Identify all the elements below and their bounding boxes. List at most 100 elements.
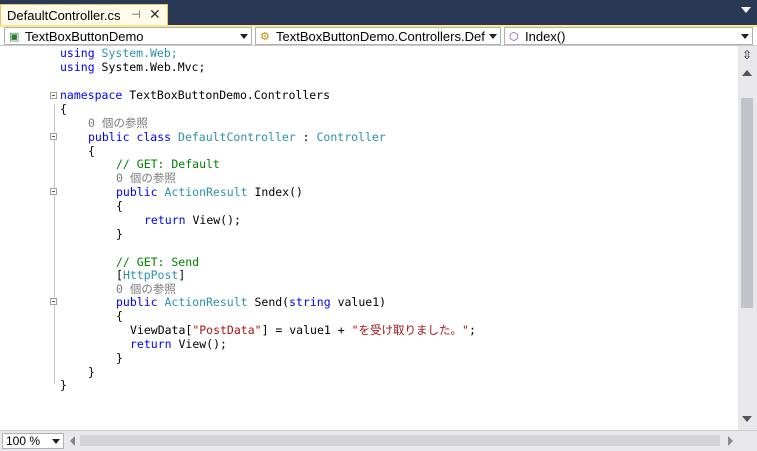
code-line: }: [88, 365, 95, 379]
reference-count: 0 個の参照: [88, 116, 148, 130]
namespace-name: TextBoxButtonDemo.Controllers: [122, 88, 331, 102]
code-editor[interactable]: using System.Web; using System.Web.Mvc; …: [0, 46, 738, 430]
code-line: public ActionResult Index(): [116, 185, 303, 199]
fold-toggle-send-icon[interactable]: [50, 298, 57, 305]
zoom-dropdown[interactable]: 100 %: [2, 433, 64, 449]
brace: }: [60, 378, 67, 392]
project-dropdown[interactable]: ▣ TextBoxButtonDemo: [4, 27, 252, 45]
code-line: {: [116, 199, 123, 213]
pin-icon[interactable]: ⊣: [131, 8, 141, 21]
brace: {: [60, 102, 67, 116]
fold-toggle-index-icon[interactable]: [50, 188, 57, 195]
statement: ] = value1 +: [261, 323, 352, 337]
method-signature: Index(): [247, 185, 303, 199]
tab-overflow-dropdown-icon[interactable]: [741, 7, 751, 13]
brace: {: [88, 144, 95, 158]
bracket: ]: [178, 268, 186, 282]
return-type: ActionResult: [164, 295, 248, 309]
namespace-ref: System.Web;: [94, 46, 178, 60]
separator: :: [295, 130, 317, 144]
code-line: return View();: [130, 337, 227, 351]
vertical-scrollbar[interactable]: ⇳: [738, 46, 757, 430]
keyword: using: [60, 60, 95, 74]
keyword: public: [116, 295, 165, 309]
navigation-bar: ▣ TextBoxButtonDemo ⚙ TextBoxButtonDemo.…: [0, 27, 757, 46]
code-line: }: [116, 227, 123, 241]
brace: {: [116, 309, 123, 323]
keyword: string: [289, 295, 331, 309]
chevron-down-icon: [489, 34, 497, 39]
return-type: ActionResult: [164, 185, 248, 199]
document-tab[interactable]: DefaultController.cs ⊣ ✕: [0, 4, 168, 26]
class-label: TextBoxButtonDemo.Controllers.Def: [276, 29, 485, 44]
document-tab-strip: DefaultController.cs ⊣ ✕: [0, 0, 757, 26]
scroll-down-icon[interactable]: [742, 416, 752, 422]
code-line: }: [60, 378, 67, 392]
codelens-reference[interactable]: 0 個の参照: [116, 171, 176, 185]
string-literal: "PostData": [192, 323, 262, 337]
member-dropdown[interactable]: ⬡ Index(): [504, 27, 753, 45]
code-line: using System.Web;: [60, 46, 178, 60]
fold-toggle-namespace-icon[interactable]: [50, 92, 57, 99]
code-comment: // GET: Send: [116, 255, 199, 269]
code-line: {: [116, 309, 123, 323]
keyword: public class: [88, 130, 179, 144]
fold-toggle-class-icon[interactable]: [50, 133, 57, 140]
codelens-reference[interactable]: 0 個の参照: [116, 282, 176, 296]
fold-guide: [54, 104, 55, 384]
code-line: public ActionResult Send(string value1): [116, 295, 386, 309]
horizontal-scrollbar[interactable]: [80, 435, 720, 446]
statement: ViewData[: [130, 323, 193, 337]
project-label: TextBoxButtonDemo: [25, 29, 144, 44]
method-signature: value1): [330, 295, 387, 309]
code-line: public class DefaultController : Control…: [88, 130, 386, 144]
split-editor-icon[interactable]: ⇳: [742, 48, 752, 62]
brace: }: [116, 351, 123, 365]
keyword: namespace: [60, 88, 123, 102]
brace: }: [88, 365, 95, 379]
keyword: public: [116, 185, 165, 199]
comment-text: // GET: Default: [116, 157, 220, 171]
reference-count: 0 個の参照: [116, 171, 176, 185]
brace: {: [116, 199, 123, 213]
keyword: using: [60, 46, 95, 60]
code-line: ViewData["PostData"] = value1 + "を受け取りまし…: [130, 323, 476, 337]
method-signature: Send(: [247, 295, 290, 309]
code-line: using System.Web.Mvc;: [60, 60, 205, 74]
chevron-down-icon: [52, 439, 60, 444]
class-dropdown[interactable]: ⚙ TextBoxButtonDemo.Controllers.Def: [255, 27, 501, 45]
namespace-ref: System.Web.Mvc;: [94, 60, 206, 74]
statement: View();: [171, 337, 227, 351]
reference-count: 0 個の参照: [116, 282, 176, 296]
close-icon[interactable]: ✕: [149, 6, 161, 23]
code-comment: // GET: Default: [116, 157, 220, 171]
code-line: namespace TextBoxButtonDemo.Controllers: [60, 88, 330, 102]
scroll-right-icon[interactable]: [728, 436, 733, 446]
comment-text: // GET: Send: [116, 255, 200, 269]
attribute-name: HttpPost: [122, 268, 179, 282]
scroll-left-icon[interactable]: [70, 436, 75, 446]
statement: ;: [468, 323, 476, 337]
keyword: return: [144, 213, 186, 227]
code-line: return View();: [144, 213, 241, 227]
codelens-reference[interactable]: 0 個の参照: [88, 116, 148, 130]
code-line: [HttpPost]: [116, 268, 185, 282]
csharp-project-icon: ▣: [9, 31, 20, 43]
brace: }: [116, 227, 123, 241]
keyword: return: [130, 337, 172, 351]
member-label: Index(): [525, 29, 566, 44]
class-icon: ⚙: [260, 31, 270, 43]
chevron-down-icon: [240, 34, 248, 39]
class-name: DefaultController: [178, 130, 296, 144]
bracket: [: [116, 268, 123, 282]
method-icon: ⬡: [509, 31, 519, 43]
editor-margin: [0, 46, 44, 430]
tab-title: DefaultController.cs: [7, 8, 121, 23]
base-class: Controller: [316, 130, 386, 144]
chevron-down-icon: [741, 34, 749, 39]
scroll-up-icon[interactable]: [742, 70, 752, 76]
statement: View();: [185, 213, 241, 227]
scroll-thumb[interactable]: [741, 98, 753, 308]
code-line: {: [60, 102, 67, 116]
zoom-value: 100 %: [6, 434, 41, 448]
